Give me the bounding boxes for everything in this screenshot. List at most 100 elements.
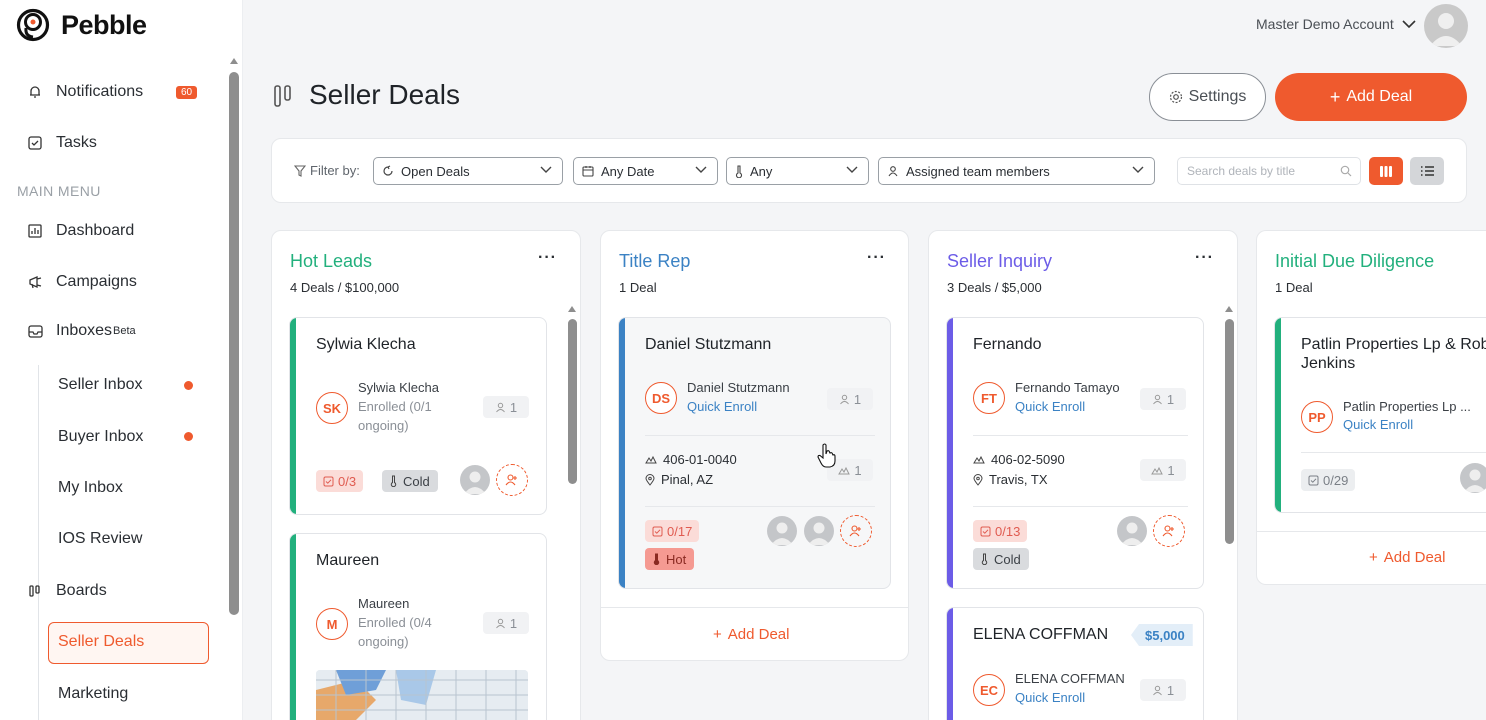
sidebar-item-notifications[interactable]: Notifications xyxy=(26,83,143,101)
refresh-icon xyxy=(383,165,393,176)
tasks-pill[interactable]: 0/3 xyxy=(316,470,364,492)
user-icon xyxy=(888,166,898,177)
sidebar-item-ios-review[interactable]: IOS Review xyxy=(58,530,142,548)
assignee-avatar[interactable] xyxy=(1117,516,1147,546)
user-icon xyxy=(839,394,849,404)
page-title: Seller Deals xyxy=(309,79,460,110)
column-more-button[interactable]: ··· xyxy=(538,249,557,267)
deal-card[interactable]: Sylwia Klecha SK Sylwia Klecha Enrolled … xyxy=(289,317,547,515)
assignee-avatar[interactable] xyxy=(767,516,797,546)
add-assignee-button[interactable] xyxy=(840,515,872,547)
account-switcher[interactable]: Master Demo Account xyxy=(1256,16,1416,32)
tasks-pill[interactable]: 0/17 xyxy=(645,520,700,542)
contacts-count: 1 xyxy=(827,388,873,410)
date-filter-select[interactable]: Any Date xyxy=(573,157,718,185)
column-summary: 3 Deals / $5,000 xyxy=(947,280,1042,295)
columns-icon xyxy=(1380,165,1392,177)
user-silhouette-icon xyxy=(1464,469,1486,492)
filter-icon xyxy=(294,164,306,177)
column-divider xyxy=(601,607,908,608)
search-placeholder: Search deals by title xyxy=(1187,164,1296,178)
deal-value-tag: $5,000 xyxy=(1131,624,1193,646)
property-map-thumbnail[interactable] xyxy=(316,670,528,720)
deal-card[interactable]: Maureen M Maureen Enrolled (0/4 ongoing)… xyxy=(289,533,547,720)
members-filter-select[interactable]: Assigned team members xyxy=(878,157,1155,185)
list-view-button[interactable] xyxy=(1410,157,1444,185)
select-value: Assigned team members xyxy=(906,163,1050,179)
plus-icon: + xyxy=(1369,549,1378,566)
app-logo[interactable]: Pebble xyxy=(16,8,147,42)
column-scrollbar[interactable] xyxy=(1225,319,1234,544)
location-value: Travis, TX xyxy=(989,472,1048,487)
thermometer-icon xyxy=(653,553,660,565)
user-avatar[interactable] xyxy=(1424,4,1468,48)
sidebar-item-seller-deals[interactable]: Seller Deals xyxy=(58,633,144,651)
settings-label: Settings xyxy=(1188,88,1247,105)
temperature-pill[interactable]: Cold xyxy=(382,470,438,492)
quick-enroll-link[interactable]: Quick Enroll xyxy=(1015,690,1085,705)
pebble-logo-icon xyxy=(16,8,50,42)
parcel-number: 406-02-5090 xyxy=(973,452,1065,467)
contact-name: Sylwia Klecha xyxy=(358,380,439,395)
column-scrollbar[interactable] xyxy=(568,319,577,484)
app-name: Pebble xyxy=(61,9,147,40)
quick-enroll-link[interactable]: Quick Enroll xyxy=(1343,417,1413,432)
add-deal-button[interactable]: + Add Deal xyxy=(1275,73,1467,121)
inbox-icon xyxy=(26,322,44,340)
column-initial-due-diligence: Initial Due Diligence 1 Deal Patlin Prop… xyxy=(1256,230,1486,585)
unread-dot xyxy=(184,381,193,390)
sidebar-item-buyer-inbox[interactable]: Buyer Inbox xyxy=(58,428,143,446)
deal-card[interactable]: ELENA COFFMAN $5,000 EC ELENA COFFMAN Qu… xyxy=(946,607,1204,720)
status-filter-select[interactable]: Open Deals xyxy=(373,157,563,185)
count-value: 1 xyxy=(509,399,518,415)
card-stripe xyxy=(1275,318,1281,512)
deal-card[interactable]: Fernando FT Fernando Tamayo Quick Enroll… xyxy=(946,317,1204,589)
user-icon xyxy=(495,618,505,628)
sidebar-item-marketing[interactable]: Marketing xyxy=(58,685,128,703)
chevron-down-icon xyxy=(695,166,707,173)
assignee-avatar[interactable] xyxy=(1460,463,1486,493)
tasks-pill[interactable]: 0/29 xyxy=(1301,469,1356,491)
kanban-view-button[interactable] xyxy=(1369,157,1403,185)
add-assignee-button[interactable] xyxy=(496,464,528,496)
temperature-filter-select[interactable]: Any xyxy=(726,157,869,185)
sidebar-item-my-inbox[interactable]: My Inbox xyxy=(58,479,123,497)
column-add-deal-button[interactable]: + Add Deal xyxy=(1369,549,1445,566)
add-assignee-button[interactable] xyxy=(1153,515,1185,547)
parcel-number: 406-01-0040 xyxy=(645,452,737,467)
sidebar-item-campaigns[interactable]: Campaigns xyxy=(26,273,137,291)
column-more-button[interactable]: ··· xyxy=(1195,249,1214,267)
quick-enroll-link[interactable]: Quick Enroll xyxy=(1015,399,1085,414)
column-hot-leads: Hot Leads 4 Deals / $100,000 ··· Sylwia … xyxy=(271,230,581,720)
contacts-count: 1 xyxy=(483,396,529,418)
assignee-avatar[interactable] xyxy=(804,516,834,546)
column-more-button[interactable]: ··· xyxy=(867,249,886,267)
sidebar-scrollbar[interactable] xyxy=(229,72,239,615)
user-silhouette-icon xyxy=(1430,13,1462,46)
assignee-avatar[interactable] xyxy=(460,465,490,495)
sidebar-item-dashboard[interactable]: Dashboard xyxy=(26,222,134,240)
user-icon xyxy=(495,402,505,412)
sidebar-item-boards[interactable]: Boards xyxy=(26,582,107,600)
property-location: Pinal, AZ xyxy=(645,472,713,487)
deal-card[interactable]: Daniel Stutzmann DS Daniel Stutzmann Qui… xyxy=(618,317,891,589)
temperature-value: Hot xyxy=(666,551,687,567)
quick-enroll-link[interactable]: Quick Enroll xyxy=(687,399,757,414)
deal-name: Maureen xyxy=(316,552,380,569)
sidebar-scroll-up[interactable] xyxy=(230,58,238,64)
sidebar-item-inboxes[interactable]: Inboxes Beta xyxy=(26,322,136,340)
column-add-deal-button[interactable]: + Add Deal xyxy=(713,626,789,643)
temperature-pill[interactable]: Cold xyxy=(973,548,1029,570)
card-stripe xyxy=(619,318,625,588)
temperature-pill[interactable]: Hot xyxy=(645,548,695,570)
deal-card[interactable]: Patlin Properties Lp & Rob Jenkins PP Pa… xyxy=(1274,317,1486,513)
sidebar-item-label: Dashboard xyxy=(56,222,135,239)
column-scroll-up[interactable] xyxy=(568,306,576,312)
column-scroll-up[interactable] xyxy=(1225,306,1233,312)
settings-button[interactable]: Settings xyxy=(1149,73,1266,121)
sidebar-item-seller-inbox[interactable]: Seller Inbox xyxy=(58,376,143,394)
search-input[interactable]: Search deals by title xyxy=(1177,157,1361,185)
tasks-pill[interactable]: 0/13 xyxy=(973,520,1028,542)
sidebar-item-tasks[interactable]: Tasks xyxy=(26,134,97,152)
board-title-icon xyxy=(274,85,291,107)
